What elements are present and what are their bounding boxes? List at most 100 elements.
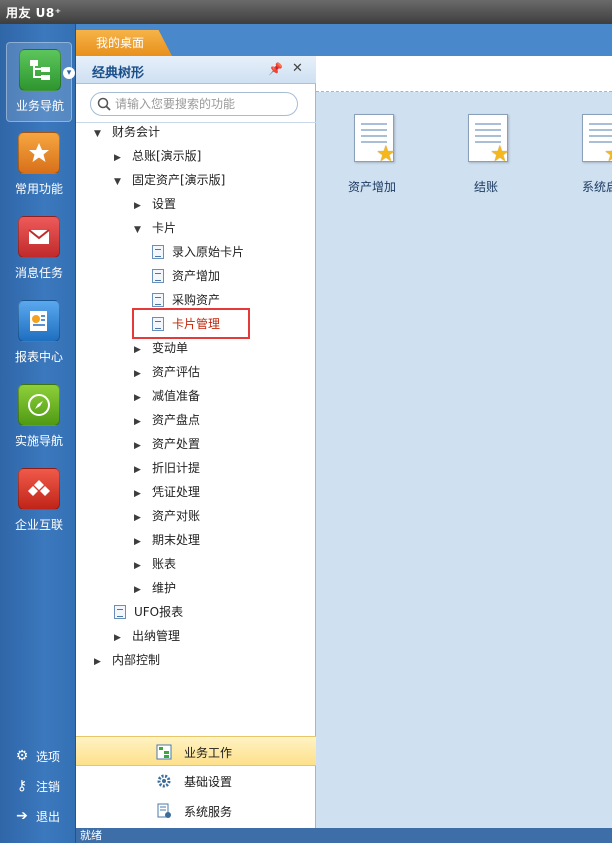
tree-item-label: 资产增加 bbox=[172, 269, 221, 283]
tree-item-label: 固定资产[演示版] bbox=[132, 173, 226, 187]
chevron-right-icon[interactable]: ▶ bbox=[134, 460, 146, 480]
mail-icon bbox=[18, 216, 60, 258]
chevron-right-icon[interactable]: ▶ bbox=[134, 196, 146, 216]
chevron-right-icon[interactable]: ▶ bbox=[134, 484, 146, 504]
rail-logout[interactable]: ⚷ 注销 bbox=[0, 772, 76, 800]
search-box[interactable] bbox=[90, 92, 298, 116]
shortcut-asset-add[interactable]: ★ 资产增加 bbox=[332, 114, 412, 204]
rail-exit[interactable]: ➔ 退出 bbox=[0, 802, 76, 830]
chevron-right-icon[interactable]: ▶ bbox=[134, 508, 146, 528]
rail-item-business-nav[interactable]: ▾ 业务导航 bbox=[6, 42, 75, 122]
tree-item-label: 录入原始卡片 bbox=[172, 245, 245, 259]
nav-system-service[interactable]: 系统服务 bbox=[76, 796, 316, 826]
tree-item-label: 账表 bbox=[152, 557, 177, 571]
tree-item[interactable]: ▶ 资产盘点 bbox=[134, 410, 200, 430]
tree-item[interactable]: ▶ 设置 bbox=[134, 194, 176, 214]
rail-options[interactable]: ⚙ 选项 bbox=[0, 742, 76, 770]
tree-item[interactable]: ▶ 资产对账 bbox=[134, 506, 200, 526]
rail-item-label: 企业互联 bbox=[14, 518, 63, 532]
tree-item-label: 减值准备 bbox=[152, 389, 201, 403]
tree-item[interactable]: ▼ 财务会计 bbox=[94, 122, 160, 142]
tree-item-label: 财务会计 bbox=[112, 125, 161, 139]
pin-icon[interactable]: 📌 bbox=[268, 62, 283, 76]
chevron-right-icon[interactable]: ▶ bbox=[134, 436, 146, 456]
star-icon: ★ bbox=[376, 142, 396, 167]
rail-item-favorites[interactable]: 常用功能 bbox=[6, 126, 72, 206]
shortcut-label: 结账 bbox=[473, 180, 498, 194]
desktop-area: ★ 资产增加 ★ 结账 ★ 系统启 bbox=[316, 56, 612, 828]
tree-item-label: 资产对账 bbox=[152, 509, 201, 523]
tree-item-label: 资产评估 bbox=[152, 365, 201, 379]
tree-item[interactable]: ▶ 总账[演示版] bbox=[114, 146, 201, 166]
tree-item[interactable]: 采购资产 bbox=[152, 290, 220, 310]
left-rail: ▾ 业务导航 常用功能 消息任务 报表中心 实施导航 企业互联 ⚙ 选项 ⚷ 注… bbox=[0, 24, 76, 843]
rail-item-label: 实施导航 bbox=[14, 434, 63, 448]
system-service-icon bbox=[157, 803, 171, 818]
tree-item-label: 出纳管理 bbox=[132, 629, 181, 643]
tree-item[interactable]: ▶ 资产评估 bbox=[134, 362, 200, 382]
chevron-down-icon[interactable]: ▼ bbox=[94, 124, 106, 144]
chevron-right-icon[interactable]: ▶ bbox=[134, 412, 146, 432]
star-icon: ★ bbox=[490, 142, 510, 167]
gear-icon: ⚙ bbox=[15, 748, 29, 764]
nav-basic-settings[interactable]: 基础设置 bbox=[76, 766, 316, 796]
gear-icon bbox=[157, 774, 171, 788]
business-work-icon bbox=[156, 744, 172, 760]
document-icon bbox=[152, 244, 164, 259]
tree-item[interactable]: UFO报表 bbox=[114, 602, 183, 622]
rail-item-enterprise-connect[interactable]: 企业互联 bbox=[6, 462, 72, 542]
tab-my-desktop[interactable]: 我的桌面 bbox=[76, 30, 172, 56]
tree-item[interactable]: ▶ 减值准备 bbox=[134, 386, 200, 406]
rail-item-reports[interactable]: 报表中心 bbox=[6, 294, 72, 374]
chevron-right-icon[interactable]: ▶ bbox=[134, 364, 146, 384]
compass-icon bbox=[18, 384, 60, 426]
chevron-down-icon[interactable]: ▾ bbox=[63, 67, 75, 79]
chevron-down-icon[interactable]: ▼ bbox=[134, 220, 146, 240]
nav-business-work-label: 业务工作 bbox=[184, 746, 233, 760]
desktop-header bbox=[316, 56, 612, 92]
tab-strip: 我的桌面 bbox=[76, 24, 612, 56]
status-bar: 就绪 bbox=[76, 828, 612, 843]
tree-item-label: 总账[演示版] bbox=[132, 149, 202, 163]
chevron-right-icon[interactable]: ▶ bbox=[134, 580, 146, 600]
tree-item[interactable]: ▶ 账表 bbox=[134, 554, 176, 574]
tree-item[interactable]: ▶ 折旧计提 bbox=[134, 458, 200, 478]
tree-item[interactable]: 资产增加 bbox=[152, 266, 220, 286]
chevron-right-icon[interactable]: ▶ bbox=[134, 388, 146, 408]
highlight-box bbox=[132, 308, 250, 339]
tree-item[interactable]: ▶ 出纳管理 bbox=[114, 626, 180, 646]
tree-item[interactable]: ▼ 固定资产[演示版] bbox=[114, 170, 225, 190]
tree-item-label: 维护 bbox=[152, 581, 177, 595]
report-icon bbox=[18, 300, 60, 342]
document-icon bbox=[114, 604, 126, 619]
tree-item[interactable]: 录入原始卡片 bbox=[152, 242, 244, 262]
rail-item-implementation[interactable]: 实施导航 bbox=[6, 378, 72, 458]
tree-item[interactable]: ▶ 期末处理 bbox=[134, 530, 200, 550]
chevron-right-icon[interactable]: ▶ bbox=[134, 556, 146, 576]
rail-logout-label: 注销 bbox=[36, 780, 61, 794]
chevron-right-icon[interactable]: ▶ bbox=[134, 532, 146, 552]
tree-item[interactable]: ▶ 资产处置 bbox=[134, 434, 200, 454]
chevron-right-icon[interactable]: ▶ bbox=[94, 652, 106, 672]
tree-item-label: UFO报表 bbox=[134, 605, 184, 619]
rail-item-messages[interactable]: 消息任务 bbox=[6, 210, 72, 290]
app-title: 用友 U8⁺ bbox=[6, 6, 62, 20]
chevron-right-icon[interactable]: ▶ bbox=[114, 628, 126, 648]
panel-title: 经典树形 bbox=[92, 66, 145, 81]
close-icon[interactable]: ✕ bbox=[292, 61, 303, 76]
search-input[interactable] bbox=[115, 96, 291, 112]
chevron-down-icon[interactable]: ▼ bbox=[114, 172, 126, 192]
tree-item[interactable]: ▶ 变动单 bbox=[134, 338, 188, 358]
tree-item[interactable]: ▶ 凭证处理 bbox=[134, 482, 200, 502]
tree-item-label: 采购资产 bbox=[172, 293, 221, 307]
tree-item[interactable]: ▶ 内部控制 bbox=[94, 650, 160, 670]
shortcut-close-accounts[interactable]: ★ 结账 bbox=[446, 114, 526, 204]
star-folder-icon bbox=[18, 132, 60, 174]
chevron-right-icon[interactable]: ▶ bbox=[134, 340, 146, 360]
chevron-right-icon[interactable]: ▶ bbox=[114, 148, 126, 168]
tree-item[interactable]: ▼ 卡片 bbox=[134, 218, 176, 238]
tree-item[interactable]: ▶ 维护 bbox=[134, 578, 176, 598]
nav-basic-settings-label: 基础设置 bbox=[184, 775, 233, 789]
shortcut-system-start[interactable]: ★ 系统启 bbox=[560, 114, 612, 204]
nav-business-work[interactable]: 业务工作 bbox=[76, 736, 316, 766]
